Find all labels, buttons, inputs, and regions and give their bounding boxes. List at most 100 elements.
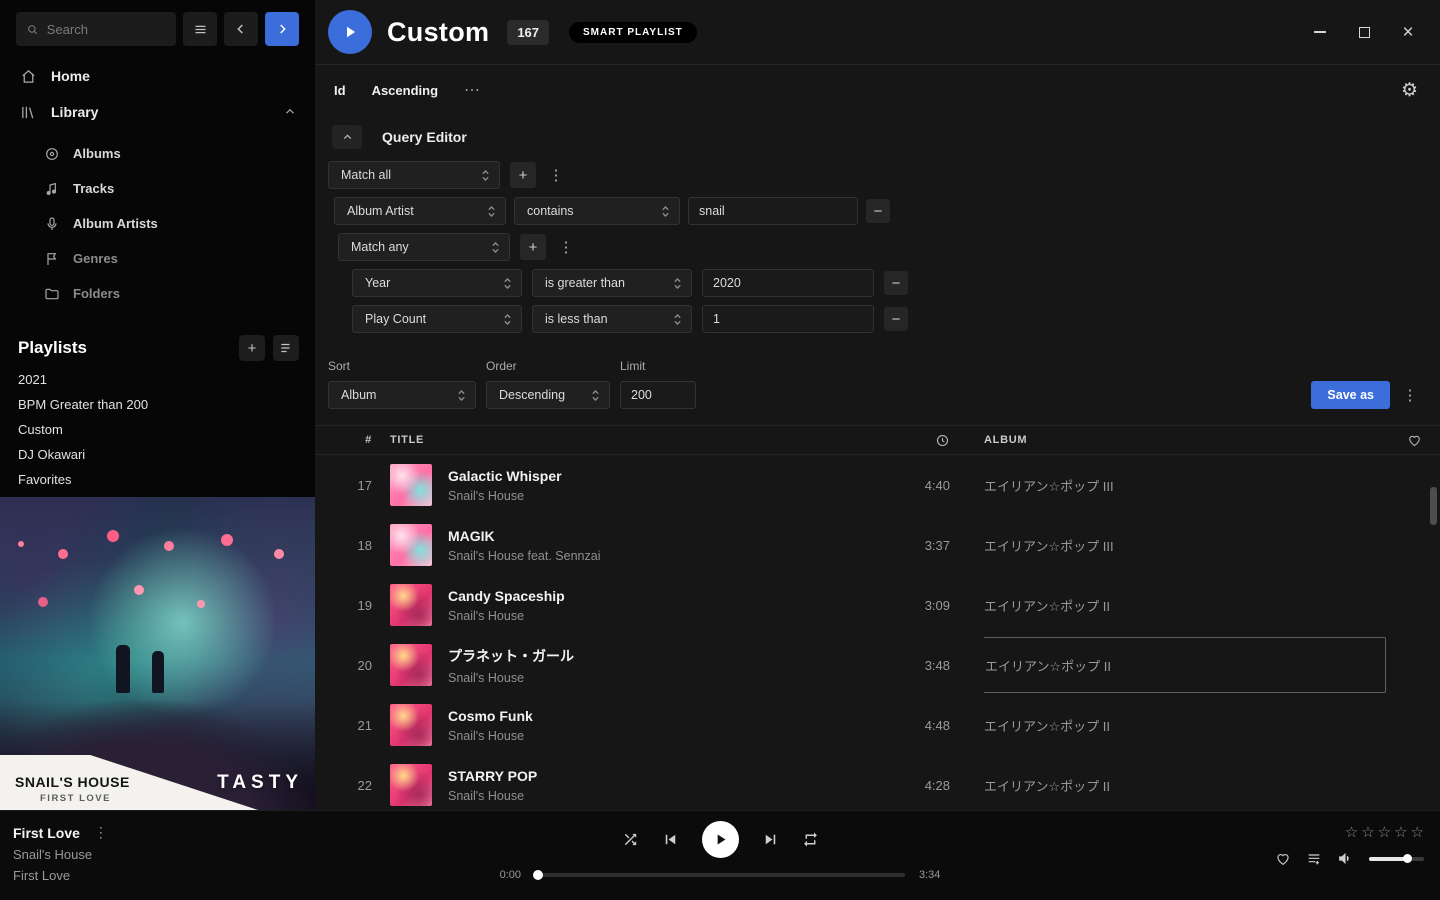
group-menu-button[interactable]: ⋮ [546,166,566,184]
seek-handle[interactable] [533,870,543,880]
sidebar-item-folders[interactable]: Folders [0,276,315,311]
rule-operator-select[interactable]: contains [514,197,680,225]
playlist-item-bpm[interactable]: BPM Greater than 200 [0,392,315,417]
playlist-options-button[interactable] [273,335,299,361]
now-playing-artist: Snail's House [13,847,280,862]
select-value: Match all [341,168,391,182]
rule-value-input[interactable] [688,197,858,225]
sort-by-select[interactable]: Album [328,381,476,409]
vinyl-icon [44,146,60,162]
column-header-title[interactable]: TITLE [390,434,880,446]
sidebar-item-library[interactable]: Library [0,94,315,130]
sidebar-item-genres[interactable]: Genres [0,241,315,276]
favorite-button[interactable] [1275,851,1291,867]
remove-rule-button[interactable]: − [884,271,908,295]
column-header-duration[interactable] [880,433,950,448]
queue-icon [1306,851,1322,867]
shuffle-button[interactable] [622,831,639,848]
match-type-select[interactable]: Match all [328,161,500,189]
order-select[interactable]: Descending [486,381,610,409]
table-row[interactable]: 21 Cosmo Funk Snail's House 4:48 エイリアン☆ポ… [315,695,1440,755]
repeat-button[interactable] [802,831,819,848]
sidebar-item-albums[interactable]: Albums [0,136,315,171]
maximize-button[interactable] [1356,24,1372,40]
save-as-button[interactable]: Save as [1311,381,1390,409]
now-playing-info: First Love ⋮ Snail's House First Love [0,811,280,900]
now-playing-menu-button[interactable]: ⋮ [94,824,108,841]
remove-rule-button[interactable]: − [884,307,908,331]
column-header-album[interactable]: ALBUM [984,434,1394,446]
play-playlist-button[interactable] [328,10,372,54]
star-icon[interactable]: ☆ [1394,823,1407,841]
playlist-label: DJ Okawari [18,447,85,462]
query-rule-2: Year is greater than − [352,269,1440,297]
close-button[interactable]: × [1400,24,1416,40]
sidebar-toolbar [0,0,315,58]
library-icon [20,104,37,121]
sort-field-button[interactable]: Id [334,83,346,98]
rule-field-select[interactable]: Play Count [352,305,522,333]
add-rule-button[interactable]: + [520,234,546,260]
table-row[interactable]: 22 STARRY POP Snail's House 4:28 エイリアン☆ポ… [315,755,1440,810]
volume-button[interactable] [1337,850,1354,867]
table-row[interactable]: 18 MAGIK Snail's House feat. Sennzai 3:3… [315,515,1440,575]
nav-forward-button[interactable] [265,12,299,46]
now-playing-artwork[interactable]: SNAIL'S HOUSE FIRST LOVE TASTY [0,497,315,810]
playlist-item-custom[interactable]: Custom [0,417,315,442]
track-album-focused[interactable]: エイリアン☆ポップ II [984,637,1394,693]
search-box[interactable] [16,12,176,46]
group-menu-button[interactable]: ⋮ [556,238,576,256]
star-icon[interactable]: ☆ [1378,823,1391,841]
match-type-select[interactable]: Match any [338,233,510,261]
table-row[interactable]: 19 Candy Spaceship Snail's House 3:09 エイ… [315,575,1440,635]
rule-field-select[interactable]: Album Artist [334,197,506,225]
table-row[interactable]: 20 プラネット・ガール Snail's House 3:48 エイリアン☆ポッ… [315,635,1440,695]
search-input[interactable] [47,22,166,37]
seek-slider[interactable] [535,873,905,877]
star-icon[interactable]: ☆ [1411,823,1424,841]
playlist-item-dj-okawari[interactable]: DJ Okawari [0,442,315,467]
next-track-button[interactable] [761,830,780,849]
limit-input[interactable] [620,381,696,409]
rule-operator-select[interactable]: is less than [532,305,692,333]
star-icon[interactable]: ☆ [1361,823,1374,841]
sidebar-item-tracks[interactable]: Tracks [0,171,315,206]
player-right: ☆ ☆ ☆ ☆ ☆ [1160,811,1440,900]
add-rule-button[interactable]: + [510,162,536,188]
playlist-item-favorites[interactable]: Favorites [0,467,315,492]
table-row[interactable]: 17 Galactic Whisper Snail's House 4:40 エ… [315,455,1440,515]
select-arrows-icon [591,388,600,403]
rule-field-select[interactable]: Year [352,269,522,297]
select-value: Play Count [365,312,426,326]
remove-rule-button[interactable]: − [866,199,890,223]
track-titles: Candy Spaceship Snail's House [448,588,880,623]
chevron-up-icon[interactable] [283,105,297,119]
skip-previous-icon [661,830,680,849]
rule-value-input[interactable] [702,269,874,297]
track-duration: 4:48 [880,718,950,733]
column-header-number[interactable]: # [335,434,372,446]
sort-order-button[interactable]: Ascending [372,83,438,98]
column-header-favorite[interactable] [1394,433,1422,448]
rule-operator-select[interactable]: is greater than [532,269,692,297]
collapse-query-editor-button[interactable] [332,125,362,149]
queue-button[interactable] [1306,851,1322,867]
star-icon[interactable]: ☆ [1345,823,1358,841]
sidebar-item-home[interactable]: Home [0,58,315,94]
track-titles: プラネット・ガール Snail's House [448,646,880,685]
menu-button[interactable] [183,12,217,46]
playlist-item-2021[interactable]: 2021 [0,367,315,392]
add-playlist-button[interactable]: + [239,335,265,361]
settings-button[interactable]: ⚙ [1401,79,1418,102]
nav-back-button[interactable] [224,12,258,46]
more-options-button[interactable]: ⋯ [464,80,480,100]
volume-handle[interactable] [1403,854,1412,863]
previous-track-button[interactable] [661,830,680,849]
sidebar-item-album-artists[interactable]: Album Artists [0,206,315,241]
minimize-button[interactable] [1312,24,1328,40]
rule-value-input[interactable] [702,305,874,333]
volume-slider[interactable] [1369,857,1424,861]
save-menu-button[interactable]: ⋮ [1400,386,1420,404]
play-pause-button[interactable] [702,821,739,858]
scrollbar-thumb[interactable] [1430,487,1437,525]
